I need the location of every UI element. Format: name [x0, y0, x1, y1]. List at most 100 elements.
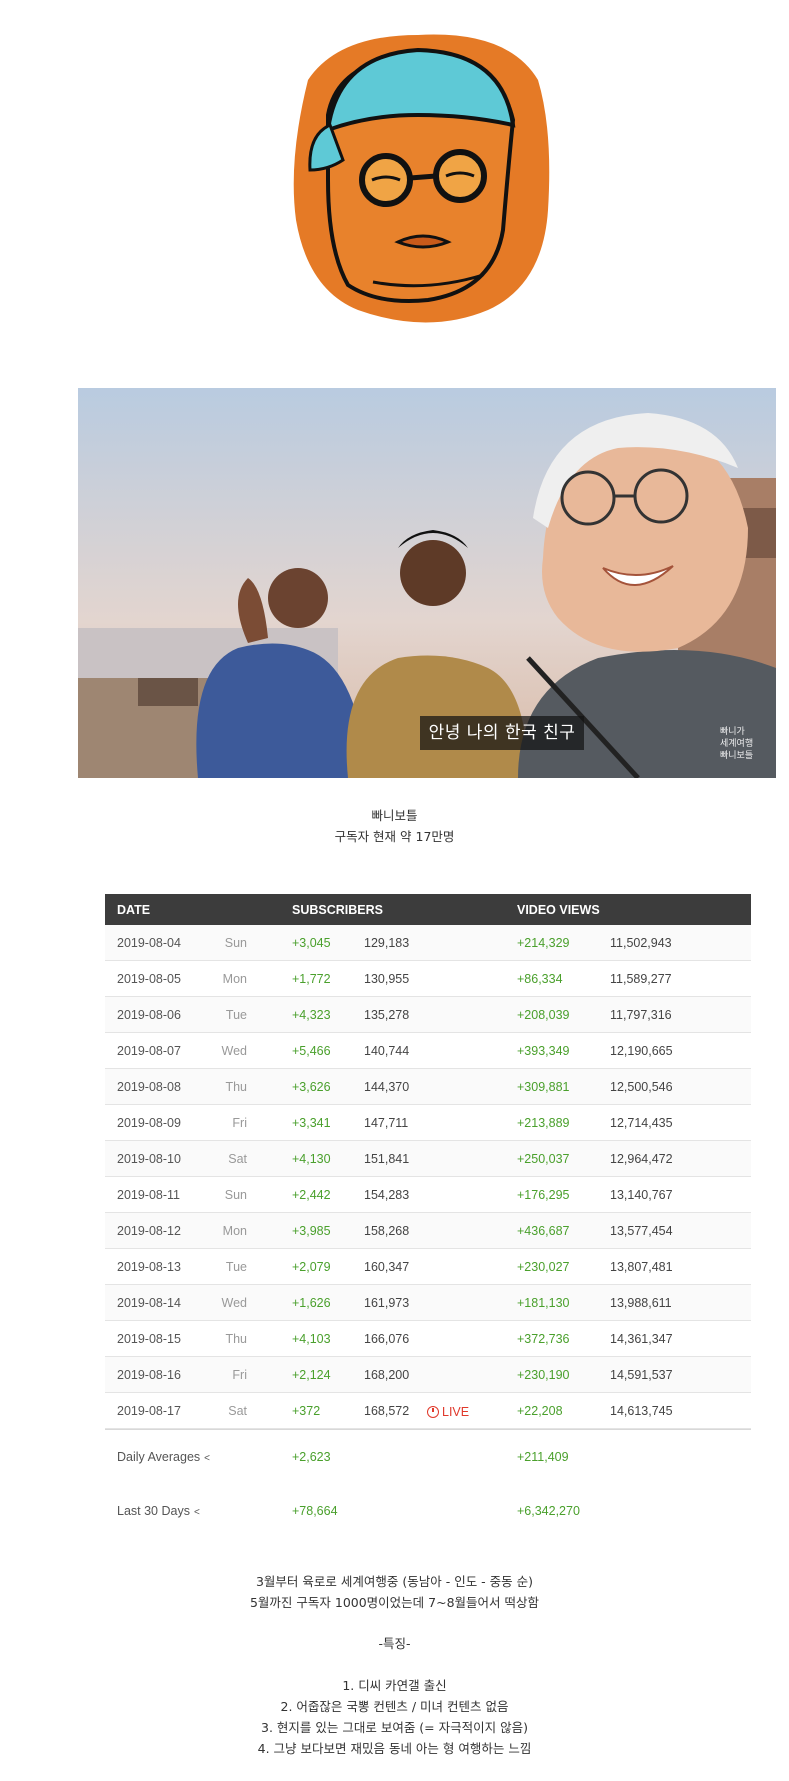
row-views-delta: +22,208: [517, 1404, 563, 1418]
table-row: 2019-08-11 Sun +2,442 154,283 +176,295 13,140…: [105, 1177, 751, 1213]
row-views-total: 13,140,767: [610, 1188, 673, 1202]
row-subscriber-total: 154,283: [364, 1188, 410, 1202]
feature-item: 1. 디씨 카연갤 출신: [342, 1678, 447, 1693]
stats-table: DATE SUBSCRIBERS VIDEO VIEWS 2019-08-04 S…: [105, 894, 751, 1539]
summary-views: +6,342,270: [517, 1504, 580, 1518]
row-date: 2019-08-11: [117, 1188, 181, 1202]
row-views-delta: +213,889: [517, 1116, 570, 1130]
row-subscriber-total: 161,973: [364, 1296, 410, 1310]
row-views-delta: +372,736: [517, 1332, 570, 1346]
row-day: Mon: [222, 972, 247, 986]
row-day: Sun: [224, 936, 247, 950]
row-day: Tue: [225, 1260, 247, 1274]
row-subscriber-total: 130,955: [364, 972, 410, 986]
row-date: 2019-08-04: [117, 936, 181, 950]
summary-row: Last 30 Days < +78,664 +6,342,270: [105, 1484, 751, 1539]
share-icon[interactable]: <: [204, 1453, 210, 1464]
table-row: 2019-08-05 Mon +1,772 130,955 +86,334 11,589,…: [105, 961, 751, 997]
row-views-total: 12,714,435: [610, 1116, 673, 1130]
row-date: 2019-08-07: [117, 1044, 181, 1058]
table-row: 2019-08-08 Thu +3,626 144,370 +309,881 12,500…: [105, 1069, 751, 1105]
row-subscriber-delta: +5,466: [292, 1044, 331, 1058]
row-day: Wed: [221, 1296, 247, 1310]
row-day: Mon: [222, 1224, 247, 1238]
summary-subscribers: +78,664: [292, 1504, 338, 1518]
table-row: 2019-08-13 Tue +2,079 160,347 +230,027 13,807…: [105, 1249, 751, 1285]
row-date: 2019-08-13: [117, 1260, 181, 1274]
table-row: 2019-08-14 Wed +1,626 161,973 +181,130 13,988…: [105, 1285, 751, 1321]
header-video-views: VIDEO VIEWS: [517, 903, 600, 917]
clock-icon: [427, 1406, 439, 1418]
row-subscriber-delta: +2,442: [292, 1188, 331, 1202]
table-row: 2019-08-07 Wed +5,466 140,744 +393,349 12,190…: [105, 1033, 751, 1069]
summary-label-text: Last 30 Days: [117, 1504, 190, 1518]
row-views-total: 12,964,472: [610, 1152, 673, 1166]
share-icon[interactable]: <: [194, 1507, 200, 1518]
row-subscriber-delta: +4,130: [292, 1152, 331, 1166]
feature-item: 2. 어줍잖은 국뽕 컨텐츠 / 미녀 컨텐츠 없음: [280, 1699, 509, 1714]
row-subscriber-total: 166,076: [364, 1332, 410, 1346]
row-views-total: 12,500,546: [610, 1080, 673, 1094]
row-views-delta: +250,037: [517, 1152, 570, 1166]
row-subscriber-total: 140,744: [364, 1044, 410, 1058]
row-views-delta: +230,027: [517, 1260, 570, 1274]
avatar-illustration: [293, 34, 550, 323]
row-subscriber-delta: +1,772: [292, 972, 331, 986]
row-views-total: 12,190,665: [610, 1044, 673, 1058]
features-list: 1. 디씨 카연갤 출신 2. 어줍잖은 국뽕 컨텐츠 / 미녀 컨텐츠 없음 …: [0, 1675, 789, 1759]
row-day: Wed: [221, 1044, 247, 1058]
row-subscriber-total: 160,347: [364, 1260, 410, 1274]
row-date: 2019-08-14: [117, 1296, 181, 1310]
row-views-delta: +214,329: [517, 936, 570, 950]
table-row: 2019-08-15 Thu +4,103 166,076 +372,736 14,361…: [105, 1321, 751, 1357]
row-day: Fri: [232, 1116, 247, 1130]
features-title: -특징-: [378, 1636, 411, 1651]
row-subscriber-total: 129,183: [364, 936, 410, 950]
table-row: 2019-08-12 Mon +3,985 158,268 +436,687 13,577…: [105, 1213, 751, 1249]
summary-label-text: Daily Averages: [117, 1450, 201, 1464]
row-date: 2019-08-15: [117, 1332, 181, 1346]
row-subscriber-total: 168,572: [364, 1404, 410, 1418]
table-row: 2019-08-10 Sat +4,130 151,841 +250,037 12,964…: [105, 1141, 751, 1177]
feature-item: 3. 현지를 있는 그대로 보여줌 (= 자극적이지 않음): [261, 1720, 528, 1735]
row-day: Sat: [228, 1152, 247, 1166]
table-header: DATE SUBSCRIBERS VIDEO VIEWS: [105, 894, 751, 925]
row-day: Tue: [225, 1008, 247, 1022]
row-date: 2019-08-16: [117, 1368, 181, 1382]
table-row: 2019-08-09 Fri +3,341 147,711 +213,889 12,714…: [105, 1105, 751, 1141]
vlog-photo: 안녕 나의 한국 친구 빠니가 세계여행 빠니보틀: [78, 388, 776, 778]
row-views-total: 11,797,316: [610, 1008, 672, 1022]
row-subscriber-delta: +1,626: [292, 1296, 331, 1310]
row-date: 2019-08-09: [117, 1116, 181, 1130]
row-date: 2019-08-06: [117, 1008, 181, 1022]
live-badge[interactable]: LIVE: [427, 1404, 469, 1419]
row-views-delta: +436,687: [517, 1224, 570, 1238]
row-date: 2019-08-10: [117, 1152, 181, 1166]
summary-row: Daily Averages < +2,623 +211,409: [105, 1429, 751, 1484]
row-day: Sat: [228, 1404, 247, 1418]
summary-views: +211,409: [517, 1450, 569, 1464]
row-subscriber-delta: +4,323: [292, 1008, 331, 1022]
row-views-total: 11,502,943: [610, 936, 672, 950]
table-row: 2019-08-04 Sun +3,045 129,183 +214,329 11,502…: [105, 925, 751, 961]
summary-label: Daily Averages <: [117, 1450, 210, 1464]
channel-watermark: 빠니가 세계여행 빠니보틀: [720, 726, 764, 762]
travel-description: 3월부터 육로로 세계여행중 (동남아 - 인도 - 중동 순) 5월까진 구독…: [0, 1571, 789, 1613]
watermark-line: 빠니가: [720, 727, 745, 737]
row-subscriber-total: 144,370: [364, 1080, 410, 1094]
watermark-line: 빠니보틀: [720, 751, 754, 761]
description-line: 5월까진 구독자 1000명이었는데 7~8월들어서 떡상함: [249, 1595, 540, 1610]
row-views-total: 13,807,481: [610, 1260, 673, 1274]
header-subscribers: SUBSCRIBERS: [292, 903, 383, 917]
video-subtitle: 안녕 나의 한국 친구: [420, 716, 584, 750]
row-views-total: 14,613,745: [610, 1404, 673, 1418]
summary-subscribers: +2,623: [292, 1450, 331, 1464]
summary-label: Last 30 Days <: [117, 1504, 200, 1518]
table-row: 2019-08-06 Tue +4,323 135,278 +208,039 11,797…: [105, 997, 751, 1033]
description-line: 3월부터 육로로 세계여행중 (동남아 - 인도 - 중동 순): [255, 1574, 533, 1589]
header-date: DATE: [117, 903, 151, 917]
row-subscriber-total: 151,841: [364, 1152, 410, 1166]
feature-item: 4. 그냥 보다보면 재밌음 동네 아는 형 여행하는 느낌: [257, 1741, 532, 1756]
channel-name: 빠니보틀: [371, 808, 418, 823]
row-subscriber-total: 168,200: [364, 1368, 410, 1382]
